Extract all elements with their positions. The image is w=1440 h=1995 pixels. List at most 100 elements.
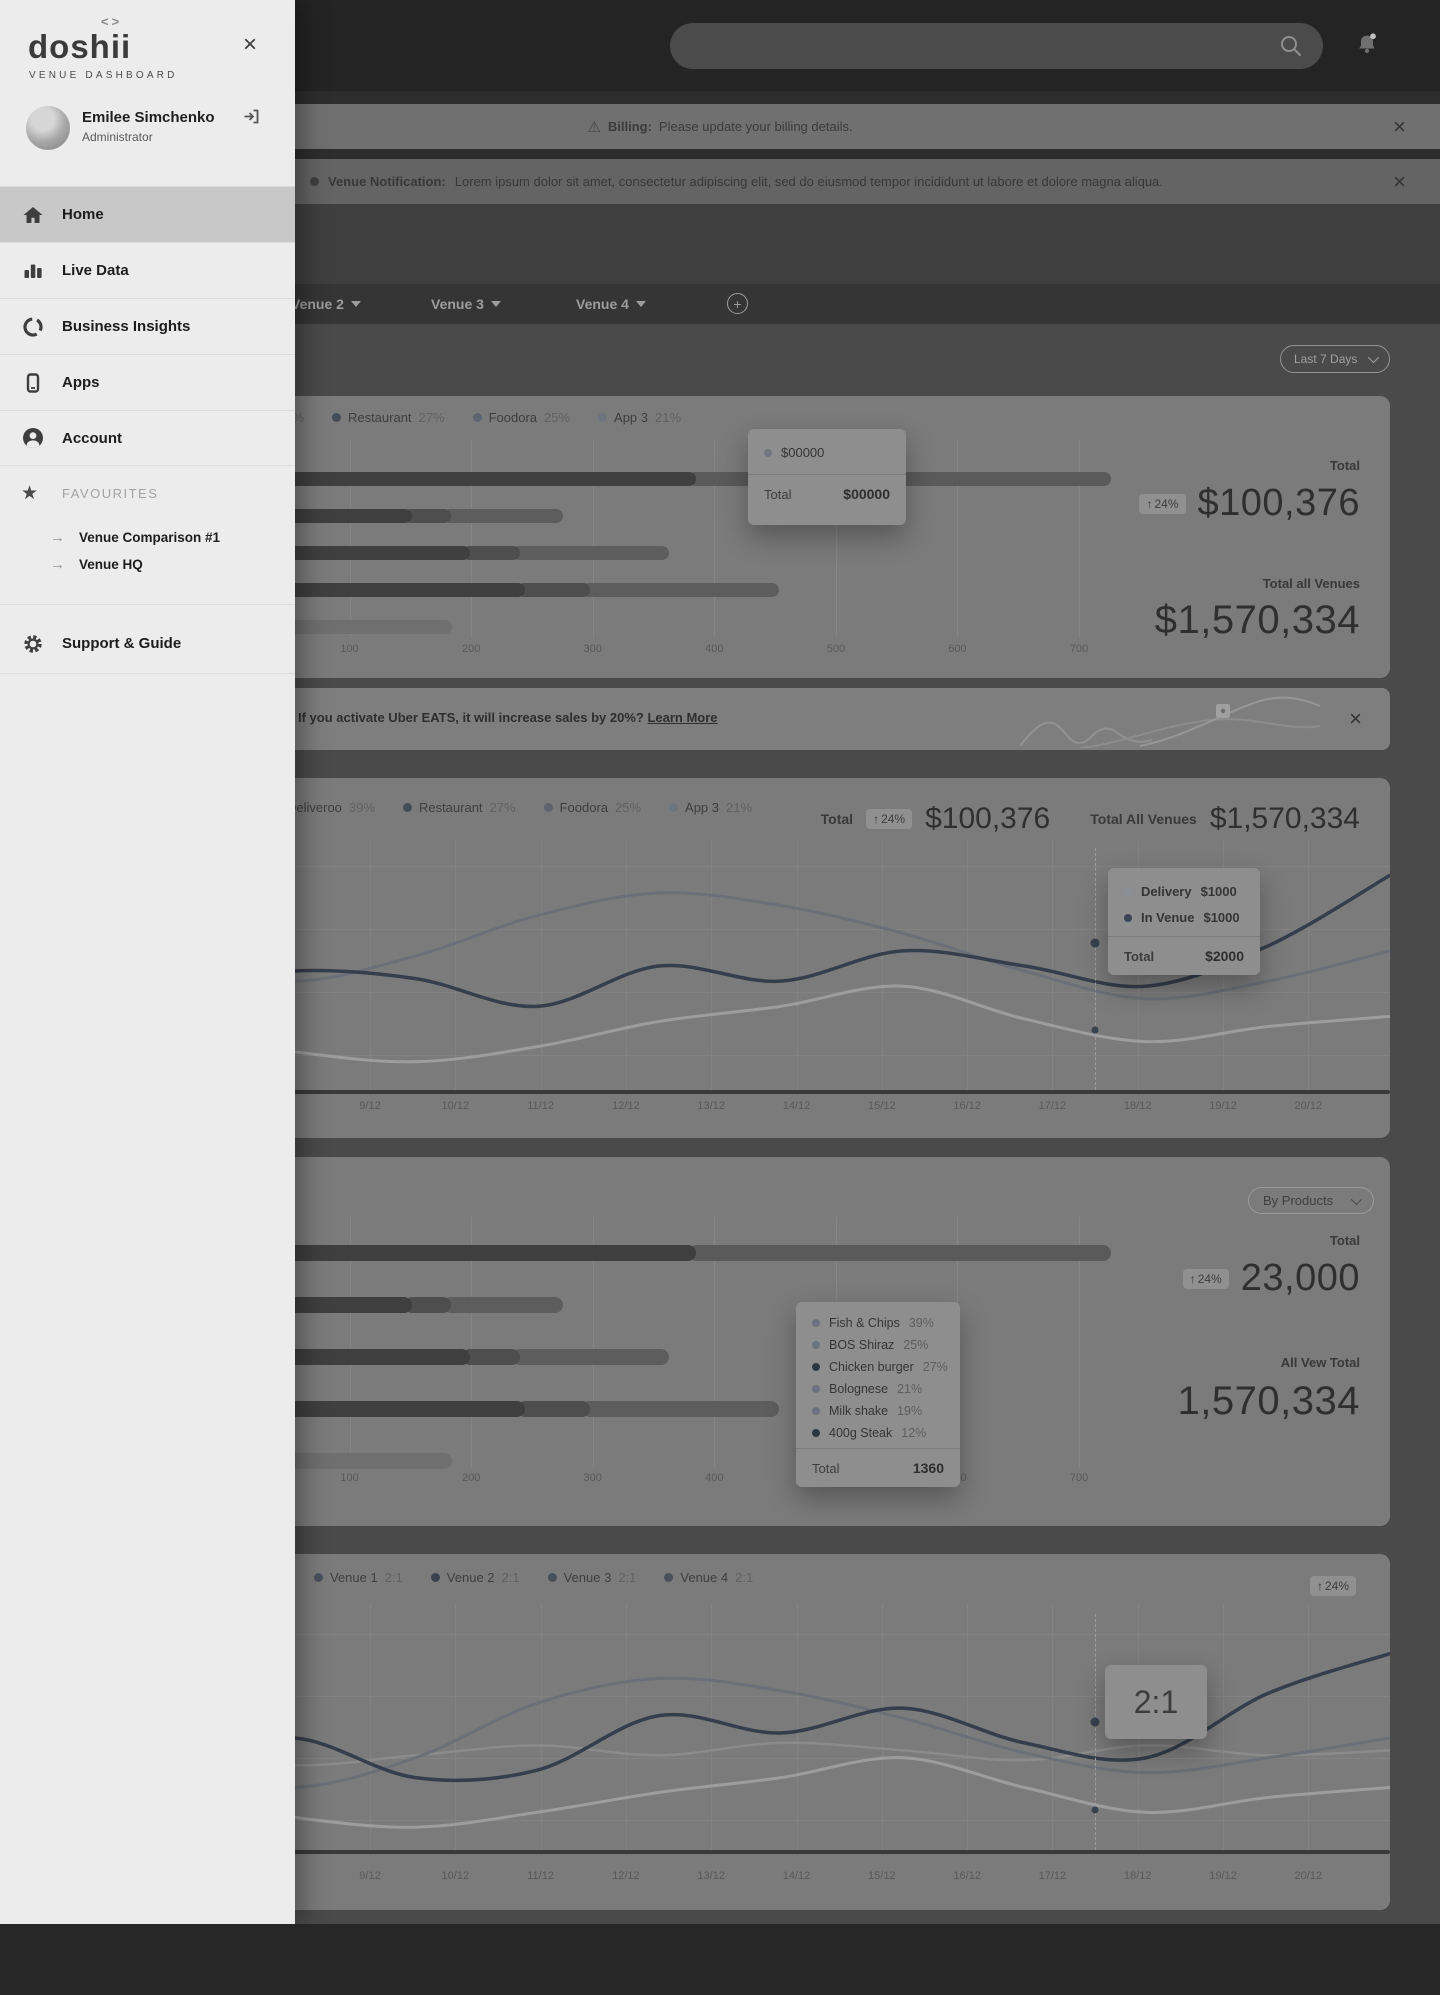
legend-dot-icon bbox=[430, 1573, 440, 1582]
billing-close-icon[interactable]: × bbox=[1387, 115, 1412, 139]
favourites-heading: FAVOURITES bbox=[62, 486, 159, 501]
by-products-dropdown[interactable]: By Products bbox=[1248, 1187, 1374, 1214]
favourites-star-icon: ★ bbox=[21, 483, 39, 504]
total-label: Total bbox=[820, 811, 854, 827]
total-all-venues-value: $1,570,334 bbox=[1209, 802, 1360, 835]
logo-brackets-icon: <> bbox=[101, 14, 123, 29]
tooltip-row: Bolognese 21% bbox=[812, 1382, 944, 1396]
axis-tick-label: 18/12 bbox=[1123, 1100, 1152, 1112]
tooltip-dot-icon bbox=[812, 1429, 820, 1437]
sidebar-item-business-insights[interactable]: Business Insights bbox=[0, 298, 295, 354]
sidebar-item-home[interactable]: Home bbox=[0, 186, 295, 242]
arrow-right-icon: → bbox=[50, 528, 65, 546]
axis-tick-label: 500 bbox=[826, 643, 846, 655]
axis-tick-label: 12/12 bbox=[612, 1100, 640, 1112]
bar-row bbox=[228, 1245, 1152, 1261]
tooltip-row: Fish & Chips 39% bbox=[812, 1316, 944, 1330]
products-tooltip: Fish & Chips 39% BOS Shiraz 25% Chicken burg… bbox=[796, 1302, 960, 1487]
sidebar-item-label: Business Insights bbox=[62, 318, 191, 335]
growth-badge: ↑ 24% bbox=[1309, 1576, 1356, 1596]
legend-item: App 3 21% bbox=[598, 410, 681, 425]
add-venue-button[interactable]: + bbox=[727, 293, 748, 314]
tab-venue-2[interactable]: Venue 2 bbox=[285, 284, 367, 324]
tooltip-dot-icon bbox=[764, 448, 772, 457]
sidebar-drawer: doshii <> VENUE DASHBOARD × Emilee Simch… bbox=[0, 0, 295, 1924]
tooltip-total-label: Total bbox=[1124, 948, 1155, 964]
legend-item: App 3 21% bbox=[669, 800, 752, 815]
axis-tick-label: 13/12 bbox=[697, 1870, 725, 1882]
user-avatar[interactable] bbox=[26, 106, 70, 150]
user-name: Emilee Simchenko bbox=[82, 109, 215, 126]
bar-row bbox=[228, 620, 1152, 634]
axis-tick-label: 20/12 bbox=[1294, 1100, 1323, 1112]
tooltip-dot-icon bbox=[812, 1385, 820, 1393]
up-arrow-icon: ↑ bbox=[873, 812, 880, 826]
warning-icon: ⚠ bbox=[587, 118, 601, 136]
sidebar-item-venue-hq[interactable]: → Venue HQ bbox=[0, 551, 295, 577]
sidebar-item-live-data[interactable]: Live Data bbox=[0, 242, 295, 298]
legend-item: Restaurant 27% bbox=[331, 410, 445, 425]
tooltip-row: Chicken burger 27% bbox=[812, 1360, 948, 1374]
axis-tick-label: 20/12 bbox=[1294, 1870, 1323, 1882]
caret-down-icon bbox=[490, 301, 501, 307]
total-label: Total bbox=[1329, 458, 1360, 473]
tooltip-row: Delivery $1000 bbox=[1124, 884, 1244, 899]
axis-tick-label: 19/12 bbox=[1209, 1100, 1237, 1112]
tooltip-total-value: 1360 bbox=[912, 1460, 944, 1476]
data-point-dot bbox=[1090, 1717, 1100, 1727]
total-all-venues-value: $1,570,334 bbox=[1154, 598, 1360, 642]
logo-tagline: VENUE DASHBOARD bbox=[29, 70, 178, 81]
axis-tick-label: 100 bbox=[340, 643, 359, 655]
up-arrow-icon: ↑ bbox=[1189, 1271, 1196, 1286]
axis-tick-label: 12/12 bbox=[612, 1870, 640, 1882]
venue-notification-close-icon[interactable]: × bbox=[1387, 170, 1412, 194]
axis-tick-label: 17/12 bbox=[1038, 1100, 1067, 1112]
legend-dot-icon bbox=[331, 413, 341, 422]
tooltip-total-label: Total bbox=[812, 1460, 840, 1476]
legend-item: Venue 3 2:1 bbox=[547, 1570, 636, 1585]
axis-tick-label: 16/12 bbox=[953, 1100, 981, 1112]
sidebar-item-venue-comparison[interactable]: → Venue Comparison #1 bbox=[0, 524, 295, 550]
ratio-tooltip-value: 2:1 bbox=[1133, 1683, 1179, 1720]
all-vew-total-label: All Vew Total bbox=[1280, 1355, 1360, 1370]
notifications-bell-icon[interactable] bbox=[1352, 30, 1382, 65]
sidebar-item-apps[interactable]: Apps bbox=[0, 354, 295, 410]
period-dropdown[interactable]: Last 7 Days bbox=[1280, 345, 1390, 373]
legend-item: Foodora 25% bbox=[472, 410, 570, 425]
tab-venue-4[interactable]: Venue 4 bbox=[570, 284, 652, 324]
bar-row bbox=[228, 1349, 1152, 1365]
data-point-dot bbox=[1091, 1806, 1099, 1814]
growth-badge: ↑ 24% bbox=[1182, 1268, 1229, 1289]
legend-dot-icon bbox=[664, 1573, 674, 1582]
bar-row bbox=[228, 583, 1152, 597]
axis-tick-label: 14/12 bbox=[782, 1100, 811, 1112]
sidebar-item-label: Account bbox=[62, 429, 122, 447]
search-icon[interactable] bbox=[1278, 33, 1304, 64]
favourite-label: Venue Comparison #1 bbox=[79, 529, 221, 545]
legend-dot-icon bbox=[472, 413, 482, 422]
card-totals: Total ↑ 24% $100,376 Total All Venues $1,… bbox=[821, 802, 1360, 836]
banner-close-icon[interactable]: × bbox=[1343, 707, 1368, 731]
axis-tick-label: 300 bbox=[583, 1472, 602, 1484]
axis-tick-label: 16/12 bbox=[953, 1870, 981, 1882]
tooltip-dot-icon bbox=[1124, 913, 1132, 922]
axis-tick-label: 19/12 bbox=[1209, 1870, 1237, 1882]
sidebar-close-icon[interactable]: × bbox=[237, 32, 263, 58]
total-value: $100,376 bbox=[925, 802, 1051, 835]
arrow-right-icon: → bbox=[50, 555, 65, 573]
sidebar-item-account[interactable]: Account bbox=[0, 410, 295, 466]
tab-venue-3[interactable]: Venue 3 bbox=[425, 284, 507, 324]
logout-icon[interactable] bbox=[243, 108, 260, 128]
gear-icon bbox=[20, 632, 46, 656]
sidebar-item-support[interactable]: Support & Guide bbox=[0, 614, 295, 674]
axis-tick-label: 15/12 bbox=[868, 1100, 896, 1112]
tooltip-row: Milk shake 19% bbox=[812, 1404, 944, 1418]
axis-tick-label: 11/12 bbox=[527, 1100, 554, 1112]
x-axis: 100 200 300 400 500 600 700 bbox=[228, 643, 1152, 657]
up-arrow-icon: ↑ bbox=[1146, 496, 1153, 511]
legend-item: Venue 4 2:1 bbox=[664, 1570, 753, 1585]
learn-more-link[interactable]: Learn More bbox=[647, 710, 717, 725]
banner-sparkline bbox=[1019, 692, 1321, 750]
bar-row bbox=[228, 546, 1152, 560]
search-input[interactable] bbox=[670, 23, 1323, 69]
